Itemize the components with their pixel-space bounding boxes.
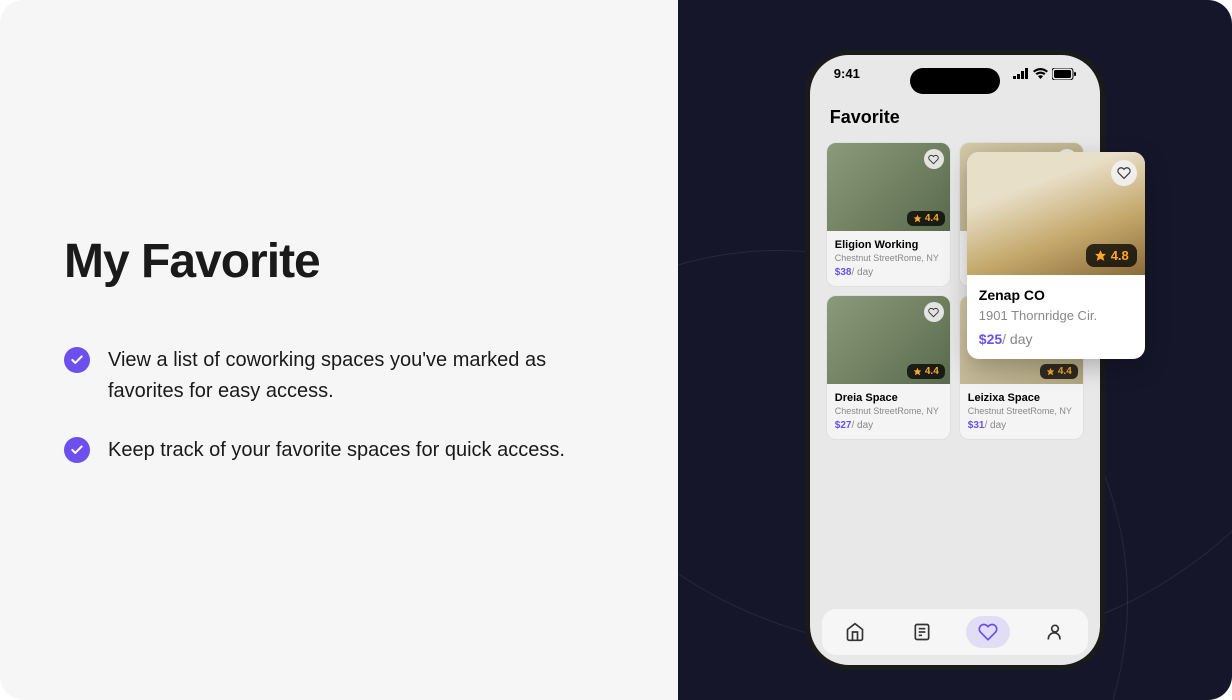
- price-value: $38: [835, 267, 852, 278]
- nav-bookings[interactable]: [900, 616, 944, 648]
- list-icon: [912, 622, 932, 642]
- rating-value: 4.4: [925, 213, 939, 224]
- card-image: 4.4: [827, 296, 950, 384]
- card-price: $38/ day: [835, 267, 942, 278]
- nav-profile[interactable]: [1033, 616, 1077, 648]
- rating-badge: 4.4: [1040, 364, 1078, 379]
- price-value: $27: [835, 420, 852, 431]
- heart-icon: [978, 622, 998, 642]
- card-title: Eligion Working: [835, 239, 942, 251]
- home-icon: [845, 622, 865, 642]
- bottom-nav: [822, 609, 1088, 655]
- feature-item: Keep track of your favorite spaces for q…: [64, 435, 614, 466]
- feature-list: View a list of coworking spaces you've m…: [64, 345, 614, 466]
- feature-item: View a list of coworking spaces you've m…: [64, 345, 614, 407]
- heart-icon[interactable]: [924, 149, 944, 169]
- card-body: Dreia Space Chestnut StreetRome, NY $27/…: [827, 384, 950, 439]
- left-content: My Favorite View a list of coworking spa…: [0, 0, 678, 700]
- price-unit: / day: [851, 267, 873, 278]
- popup-title: Zenap CO: [979, 287, 1133, 303]
- rating-badge: 4.8: [1086, 244, 1137, 267]
- feature-text: Keep track of your favorite spaces for q…: [108, 435, 565, 466]
- check-icon: [64, 437, 90, 463]
- rating-value: 4.4: [925, 366, 939, 377]
- phone-frame: 9:41 Favorite 4.4: [805, 50, 1105, 670]
- card-subtitle: Chestnut StreetRome, NY: [835, 253, 942, 263]
- heart-icon[interactable]: [924, 302, 944, 322]
- battery-icon: [1052, 68, 1076, 80]
- card-title: Leizixa Space: [968, 392, 1075, 404]
- card-price: $27/ day: [835, 420, 942, 431]
- price-unit: / day: [1002, 331, 1032, 347]
- check-icon: [64, 347, 90, 373]
- card-body: Eligion Working Chestnut StreetRome, NY …: [827, 231, 950, 286]
- signal-icon: [1013, 68, 1029, 79]
- page-title: Favorite: [830, 107, 1080, 128]
- card-title: Dreia Space: [835, 392, 942, 404]
- price-unit: / day: [984, 420, 1006, 431]
- featured-popup-card[interactable]: 4.8 Zenap CO 1901 Thornridge Cir. $25/ d…: [967, 152, 1145, 359]
- nav-favorites[interactable]: [966, 616, 1010, 648]
- star-icon: [913, 214, 922, 223]
- section-heading: My Favorite: [64, 234, 614, 289]
- feature-text: View a list of coworking spaces you've m…: [108, 345, 568, 407]
- price-unit: / day: [851, 420, 873, 431]
- card-body: Leizixa Space Chestnut StreetRome, NY $3…: [960, 384, 1083, 439]
- phone-notch: [910, 68, 1000, 94]
- wifi-icon: [1033, 68, 1048, 79]
- status-time: 9:41: [834, 66, 860, 81]
- marketing-section: My Favorite View a list of coworking spa…: [0, 0, 1232, 700]
- status-icons: [1013, 66, 1076, 81]
- card-price: $31/ day: [968, 420, 1075, 431]
- rating-badge: 4.4: [907, 364, 945, 379]
- space-card[interactable]: 4.4 Eligion Working Chestnut StreetRome,…: [826, 142, 951, 287]
- popup-subtitle: 1901 Thornridge Cir.: [979, 308, 1133, 323]
- heart-icon[interactable]: [1111, 160, 1137, 186]
- star-icon: [913, 367, 922, 376]
- popup-price: $25/ day: [979, 331, 1133, 347]
- price-value: $25: [979, 331, 1002, 347]
- card-image: 4.4: [827, 143, 950, 231]
- user-icon: [1045, 622, 1065, 642]
- star-icon: [1046, 367, 1055, 376]
- star-icon: [1094, 249, 1107, 262]
- rating-value: 4.8: [1111, 248, 1129, 263]
- rating-badge: 4.4: [907, 211, 945, 226]
- nav-home[interactable]: [833, 616, 877, 648]
- price-value: $31: [968, 420, 985, 431]
- rating-value: 4.4: [1058, 366, 1072, 377]
- right-preview: 9:41 Favorite 4.4: [678, 0, 1232, 700]
- phone-mockup: 9:41 Favorite 4.4: [805, 50, 1105, 670]
- popup-body: Zenap CO 1901 Thornridge Cir. $25/ day: [967, 275, 1145, 359]
- card-subtitle: Chestnut StreetRome, NY: [835, 406, 942, 416]
- card-subtitle: Chestnut StreetRome, NY: [968, 406, 1075, 416]
- popup-image: 4.8: [967, 152, 1145, 275]
- space-card[interactable]: 4.4 Dreia Space Chestnut StreetRome, NY …: [826, 295, 951, 440]
